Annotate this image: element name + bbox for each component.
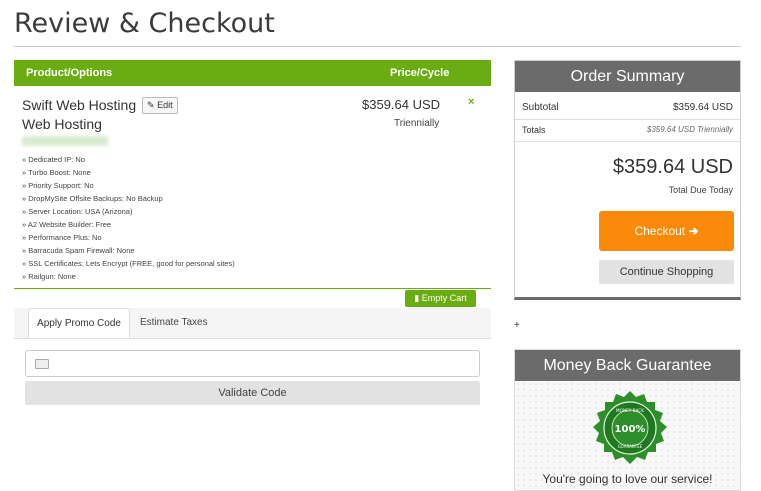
totals-row: Totals $359.64 USD Triennially	[515, 125, 740, 145]
option-item: » Performance Plus: No	[22, 233, 102, 242]
money-back-text: You're going to love our service!	[542, 472, 713, 486]
totals-label: Totals	[522, 125, 546, 135]
edit-button[interactable]: ✎ Edit	[142, 97, 178, 114]
option-item: » Barracuda Spam Firewall: None	[22, 246, 135, 255]
money-back-title: Money Back Guarantee	[515, 350, 740, 381]
guarantee-seal-icon: MONEY BACK 100% GUARANTEE	[593, 391, 667, 464]
tab-estimate-taxes[interactable]: Estimate Taxes	[140, 308, 230, 338]
total-amount: $359.64 USD	[612, 156, 733, 178]
product-options-list: » Dedicated IP: No » Turbo Boost: None »…	[22, 153, 235, 283]
promo-code-input[interactable]	[25, 350, 480, 377]
tab-apply-promo-code[interactable]: Apply Promo Code	[28, 308, 130, 339]
price-cycle-header: Price/Cycle	[390, 67, 450, 79]
title-divider	[14, 46, 741, 47]
cart-item: Swift Web Hosting ✎ Edit Web Hosting » D…	[14, 86, 491, 289]
remove-item-icon[interactable]: ×	[468, 96, 474, 108]
promo-panel: Apply Promo Code Estimate Taxes Validate…	[14, 308, 491, 418]
page-title: Review & Checkout	[14, 8, 275, 39]
product-group: Web Hosting	[22, 116, 102, 132]
trash-icon: ▮	[414, 293, 420, 303]
keyboard-icon	[35, 359, 49, 369]
order-summary-title: Order Summary	[515, 61, 740, 92]
seal-bottom-text: GUARANTEE	[618, 444, 643, 449]
product-name: Swift Web Hosting	[22, 97, 137, 113]
order-summary-panel: Order Summary Subtotal $359.64 USD Total…	[514, 60, 741, 300]
checkout-button[interactable]: Checkout ➔	[599, 211, 734, 251]
option-item: » Railgun: None	[22, 272, 76, 281]
edit-label: Edit	[157, 100, 173, 110]
validate-code-button[interactable]: Validate Code	[25, 381, 480, 405]
option-item: » SSL Certificates: Lets Encrypt (FREE, …	[22, 259, 235, 268]
option-item: » A2 Website Builder: Free	[22, 220, 112, 229]
domain-redacted	[22, 136, 108, 146]
subtotal-label: Subtotal	[522, 102, 559, 113]
totals-value: $359.64 USD Triennially	[646, 125, 733, 134]
continue-shopping-button[interactable]: Continue Shopping	[599, 260, 734, 284]
pencil-icon: ✎	[147, 100, 155, 110]
option-item: » Dedicated IP: No	[22, 155, 85, 164]
item-cycle: Triennially	[394, 118, 440, 129]
summary-divider	[515, 141, 740, 142]
option-item: » DropMySite Offsite Backups: No Backup	[22, 194, 163, 203]
empty-cart-button[interactable]: ▮ Empty Cart	[405, 290, 476, 307]
seal-center-text: 100%	[615, 424, 646, 435]
cart-header: Product/Options Price/Cycle	[14, 60, 491, 86]
item-price: $359.64 USD	[362, 97, 441, 112]
money-back-panel: Money Back Guarantee MONEY BACK 100% GUA…	[514, 349, 741, 491]
plus-text: +	[514, 320, 520, 331]
option-item: » Turbo Boost: None	[22, 168, 91, 177]
seal-top-text: MONEY BACK	[616, 408, 644, 413]
arrow-right-icon: ➔	[688, 224, 699, 238]
total-due-label: Total Due Today	[668, 185, 733, 195]
product-options-header: Product/Options	[26, 67, 113, 79]
summary-divider	[515, 119, 740, 120]
promo-tab-content: Validate Code	[14, 338, 491, 418]
option-item: » Priority Support: No	[22, 181, 94, 190]
empty-cart-label: Empty Cart	[421, 293, 467, 303]
subtotal-value: $359.64 USD	[672, 102, 733, 113]
option-item: » Server Location: USA (Arizona)	[22, 207, 133, 216]
checkout-label: Checkout	[634, 224, 686, 238]
